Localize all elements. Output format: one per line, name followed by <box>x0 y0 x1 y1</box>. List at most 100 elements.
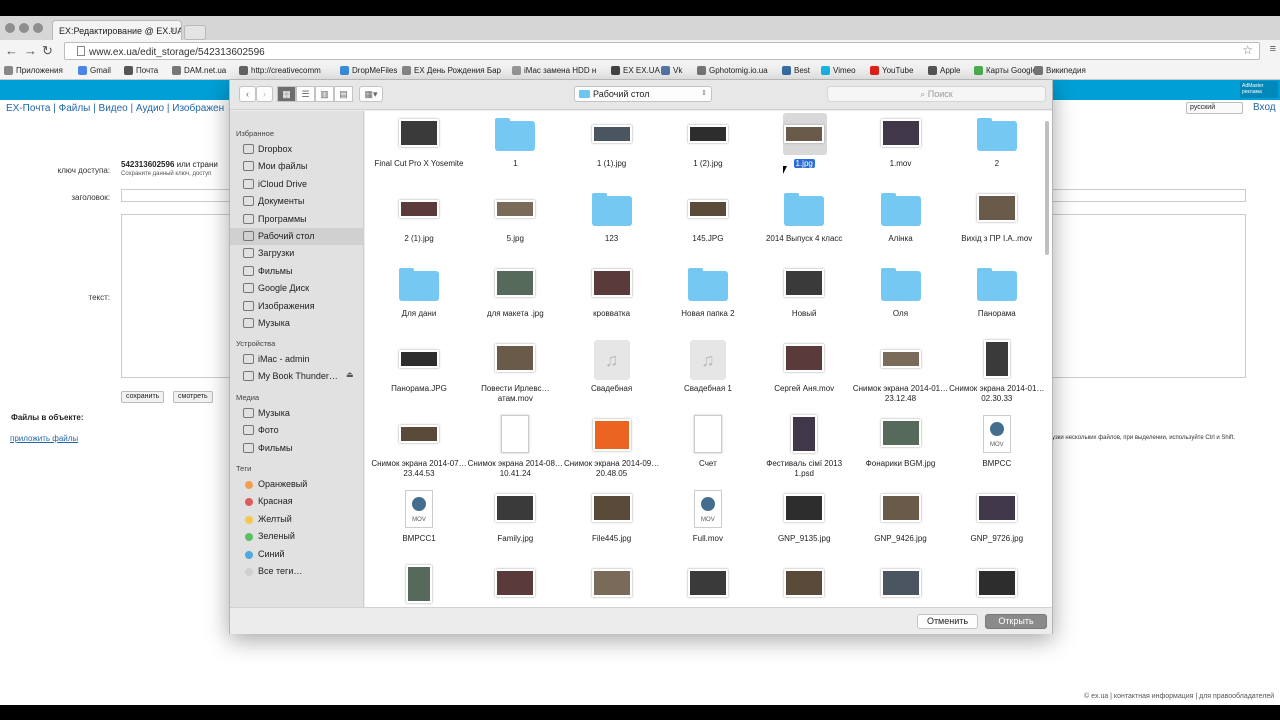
back-icon[interactable]: ← <box>5 43 18 58</box>
file-item[interactable]: Новый <box>756 261 852 331</box>
column-view-button[interactable]: ▥ <box>315 86 334 102</box>
site-footer[interactable]: © ex.ua | контактная информация | для пр… <box>1084 693 1274 700</box>
file-item[interactable]: 1 <box>467 111 563 181</box>
file-item[interactable]: 1.jpg <box>756 111 852 181</box>
back-nav-button[interactable]: ‹ <box>239 86 256 102</box>
bookmark-item[interactable]: iMac замена HDD н <box>512 66 596 75</box>
file-item[interactable]: GNP_9135.jpg <box>756 486 852 556</box>
bookmark-item[interactable]: Карты Google <box>974 66 1037 75</box>
bookmark-item[interactable]: http://creativecomm <box>239 66 321 75</box>
admaster-banner[interactable]: AdMaster реклама <box>1240 81 1278 98</box>
file-item[interactable]: Снимок экрана 2014-01…23.12.48 <box>853 336 949 406</box>
bookmark-item[interactable]: EX День Рождения Бар <box>402 66 501 75</box>
close-window-button[interactable] <box>5 23 15 33</box>
sidebar-item[interactable]: My Book Thunder… ⏏ <box>230 368 363 385</box>
sidebar-item[interactable]: Документы <box>230 193 363 210</box>
file-item[interactable] <box>660 561 756 607</box>
file-item[interactable]: кровватка <box>564 261 660 331</box>
grid-scrollbar[interactable] <box>1045 121 1049 255</box>
sidebar-item[interactable]: Рабочий стол <box>230 228 363 245</box>
file-item[interactable]: для макета .jpg <box>467 261 563 331</box>
bookmark-item[interactable]: Vk <box>661 66 682 75</box>
file-item[interactable] <box>949 561 1045 607</box>
file-item[interactable]: Вихід з ПР І.А..mov <box>949 186 1045 256</box>
attach-files-link[interactable]: приложить файлы <box>10 434 78 443</box>
bookmark-item[interactable]: DAM.net.ua <box>172 66 226 75</box>
sidebar-item[interactable]: Изображения <box>230 298 363 315</box>
icon-view-button[interactable]: ▦ <box>277 86 296 102</box>
bookmark-star-icon[interactable]: ☆ <box>1242 43 1253 57</box>
bookmark-item[interactable]: Почта <box>124 66 158 75</box>
file-item[interactable]: Фестиваль сімї 2013 1.psd <box>756 411 852 481</box>
file-item[interactable]: MOV Full.mov <box>660 486 756 556</box>
site-nav[interactable]: EX-Почта | Файлы | Видео | Аудио | Изобр… <box>6 103 224 114</box>
forward-nav-button[interactable]: › <box>256 86 273 102</box>
sidebar-item[interactable]: Музыка <box>230 315 363 332</box>
file-item[interactable]: Счет <box>660 411 756 481</box>
file-item[interactable]: Сергей Аня.mov <box>756 336 852 406</box>
file-item[interactable]: MOV BMPCC1 <box>371 486 467 556</box>
file-item[interactable]: Повести Ирлевс…атам.mov <box>467 336 563 406</box>
file-item[interactable]: Фонарики BGM.jpg <box>853 411 949 481</box>
file-item[interactable] <box>564 561 660 607</box>
minimize-window-button[interactable] <box>19 23 29 33</box>
sidebar-item[interactable]: iCloud Drive <box>230 176 363 193</box>
sidebar-item[interactable]: Программы <box>230 211 363 228</box>
bookmark-item[interactable]: EX EX.UA <box>611 66 660 75</box>
file-item[interactable]: ♫ Свадебная <box>564 336 660 406</box>
search-field[interactable]: ⌕ Поиск <box>827 86 1046 102</box>
file-item[interactable]: Панорама.JPG <box>371 336 467 406</box>
bookmark-item[interactable]: Vimeo <box>821 66 856 75</box>
file-item[interactable] <box>853 561 949 607</box>
arrange-button[interactable]: ▦▾ <box>359 86 383 102</box>
file-item[interactable]: 2 <box>949 111 1045 181</box>
close-tab-icon[interactable]: × <box>170 25 175 35</box>
sidebar-item[interactable]: Музыка <box>230 405 363 422</box>
file-item[interactable]: Снимок экрана 2014-08…10.41.24 <box>467 411 563 481</box>
coverflow-view-button[interactable]: ▤ <box>334 86 353 102</box>
bookmark-item[interactable]: YouTube <box>870 66 913 75</box>
file-item[interactable] <box>371 561 467 607</box>
bookmark-item[interactable]: Gmail <box>78 66 111 75</box>
sidebar-item[interactable]: Google Диск <box>230 280 363 297</box>
file-item[interactable]: 5.jpg <box>467 186 563 256</box>
address-bar[interactable]: www.ex.ua/edit_storage/542313602596 ☆ <box>64 42 1260 60</box>
sidebar-item[interactable]: Загрузки <box>230 245 363 262</box>
sidebar-item[interactable]: Синий <box>230 546 363 563</box>
save-button[interactable]: сохранить <box>121 391 165 403</box>
login-link[interactable]: Вход <box>1253 102 1276 113</box>
language-select[interactable]: русский <box>1186 102 1243 114</box>
bookmark-item[interactable]: Википедия <box>1034 66 1086 75</box>
file-item[interactable]: GNP_9426.jpg <box>853 486 949 556</box>
sidebar-item[interactable]: Фильмы <box>230 263 363 280</box>
forward-icon[interactable]: → <box>24 43 37 58</box>
file-item[interactable]: 1 (2).jpg <box>660 111 756 181</box>
eject-icon[interactable]: ⏏ <box>346 370 354 379</box>
sidebar-item[interactable]: Желтый <box>230 511 363 528</box>
file-item[interactable]: Снимок экрана 2014-07…23.44.53 <box>371 411 467 481</box>
sidebar-item[interactable]: Зеленый <box>230 528 363 545</box>
open-button[interactable]: Открыть <box>985 614 1047 629</box>
bookmark-item[interactable]: Apple <box>928 66 960 75</box>
menu-icon[interactable]: ≡ <box>1270 43 1276 55</box>
file-item[interactable]: 145.JPG <box>660 186 756 256</box>
file-item[interactable]: 2014 Выпуск 4 класс <box>756 186 852 256</box>
bookmark-item[interactable]: Best <box>782 66 810 75</box>
file-item[interactable]: Снимок экрана 2014-09…20.48.05 <box>564 411 660 481</box>
file-item[interactable]: 123 <box>564 186 660 256</box>
file-item[interactable]: File445.jpg <box>564 486 660 556</box>
file-item[interactable] <box>467 561 563 607</box>
bookmark-item[interactable]: Приложения <box>4 66 63 75</box>
sidebar-item[interactable]: Мои файлы <box>230 158 363 175</box>
file-item[interactable]: GNP_9726.jpg <box>949 486 1045 556</box>
file-item[interactable]: ♫ Свадебная 1 <box>660 336 756 406</box>
location-popup[interactable]: Рабочий стол ⇕ <box>574 86 712 102</box>
file-item[interactable]: Новая папка 2 <box>660 261 756 331</box>
file-item[interactable]: 2 (1).jpg <box>371 186 467 256</box>
reload-icon[interactable]: ↻ <box>42 43 53 59</box>
sidebar-item[interactable]: Красная <box>230 493 363 510</box>
sidebar-item[interactable]: Фильмы <box>230 440 363 457</box>
list-view-button[interactable]: ☰ <box>296 86 315 102</box>
file-item[interactable]: Оля <box>853 261 949 331</box>
file-item[interactable]: Снимок экрана 2014-01…02.30.33 <box>949 336 1045 406</box>
